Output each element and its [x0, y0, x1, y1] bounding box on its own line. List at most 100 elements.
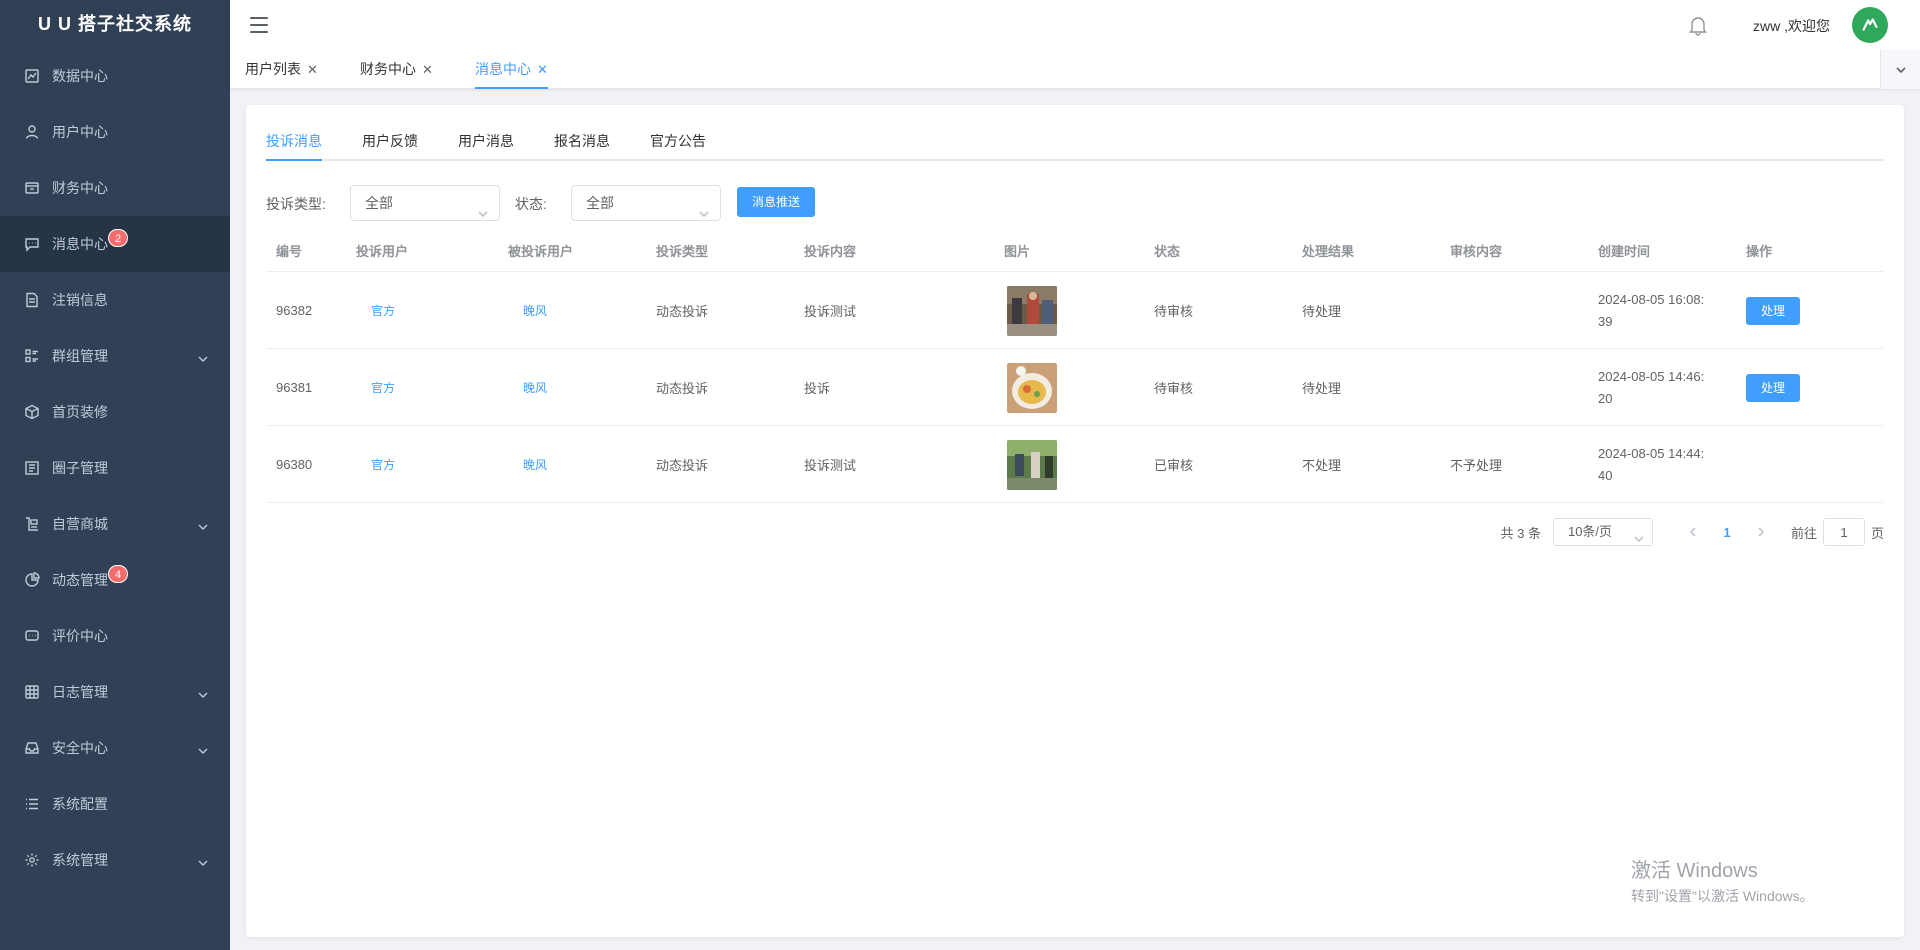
chevron-down-icon: [698, 198, 710, 218]
goto-page-input[interactable]: [1822, 518, 1865, 546]
column-header: 被投诉用户: [508, 244, 574, 259]
tag-label: 消息中心: [475, 61, 531, 77]
group-icon: [24, 348, 40, 364]
tag-message-center[interactable]: 消息中心 ✕: [475, 50, 548, 89]
subtab-complaints[interactable]: 投诉消息: [266, 122, 322, 161]
bell-icon[interactable]: [1686, 13, 1710, 37]
shop-icon: [24, 516, 40, 532]
respondent-link[interactable]: 晚风: [523, 272, 547, 349]
complaints-table: 编号 投诉用户 被投诉用户 投诉类型 投诉内容 图片 状态 处理结果 审核内容 创建时间 操作 96…: [266, 232, 1884, 503]
chevron-down-icon[interactable]: [198, 855, 208, 866]
cell-image: [1007, 272, 1057, 349]
complainant-link[interactable]: 官方: [371, 272, 395, 349]
board-icon: [24, 460, 40, 476]
cell-action: 处理: [1746, 272, 1801, 349]
sidebar-item-2[interactable]: 财务中心: [0, 160, 230, 216]
sidebar-item-11[interactable]: 日志管理: [0, 664, 230, 720]
respondent-link[interactable]: 晚风: [523, 426, 547, 503]
notification-badge: 2: [108, 229, 129, 247]
sidebar-item-1[interactable]: 用户中心: [0, 104, 230, 160]
tags-bar: 用户列表 ✕ 财务中心 ✕ 消息中心 ✕: [230, 50, 1920, 89]
next-page-button[interactable]: [1747, 525, 1775, 540]
subtab-user-messages[interactable]: 用户消息: [458, 122, 514, 161]
sidebar-item-label: 日志管理: [52, 684, 108, 700]
sidebar-item-9[interactable]: 动态管理 4: [0, 552, 230, 608]
complaint-type-select[interactable]: 全部: [350, 185, 500, 221]
sidebar-item-5[interactable]: 群组管理: [0, 328, 230, 384]
page-size-select[interactable]: 10条/页: [1552, 518, 1653, 546]
close-icon[interactable]: ✕: [422, 51, 433, 89]
cell-id: 96381: [276, 380, 313, 395]
chevron-down-icon[interactable]: [198, 743, 208, 754]
cell-created-time: 2024-08-05 16:08:39: [1598, 291, 1705, 329]
tag-label: 用户列表: [245, 61, 301, 77]
chevron-down-icon[interactable]: [198, 687, 208, 698]
thumbnail-image[interactable]: [1007, 285, 1057, 336]
push-message-button[interactable]: 消息推送: [737, 187, 816, 217]
chevron-down-icon[interactable]: [198, 519, 208, 530]
subtab-announcements[interactable]: 官方公告: [650, 122, 706, 161]
respondent-link[interactable]: 晚风: [523, 349, 547, 426]
cell-type: 动态投诉: [656, 304, 709, 319]
sidebar-item-6[interactable]: 首页装修: [0, 384, 230, 440]
sidebar-item-12[interactable]: 安全中心: [0, 720, 230, 776]
sidebar-item-4[interactable]: 注销信息: [0, 272, 230, 328]
page-size-value: 10条/页: [1567, 524, 1613, 539]
sidebar-item-0[interactable]: 数据中心: [0, 48, 230, 104]
cell-action: 处理: [1746, 349, 1801, 426]
cell-status: 待审核: [1154, 381, 1194, 396]
tag-finance-center[interactable]: 财务中心 ✕: [360, 50, 433, 89]
chart-line-icon: [24, 68, 40, 84]
tags-dropdown-button[interactable]: [1880, 50, 1920, 89]
cell-result: 不处理: [1302, 458, 1342, 473]
thumbnail-image[interactable]: [1007, 439, 1057, 490]
process-button[interactable]: 处理: [1746, 373, 1801, 402]
sidebar-item-14[interactable]: 系统管理: [0, 832, 230, 888]
sidebar-item-label: 群组管理: [52, 348, 108, 364]
hamburger-icon[interactable]: [250, 17, 268, 33]
sidebar-item-13[interactable]: 系统配置: [0, 776, 230, 832]
subtab-feedback[interactable]: 用户反馈: [362, 122, 418, 161]
sidebar-item-label: 动态管理: [52, 572, 108, 588]
close-icon[interactable]: ✕: [307, 51, 318, 89]
close-icon[interactable]: ✕: [537, 51, 548, 89]
pagination: 共 3 条 10条/页 1 前往 页: [1500, 518, 1884, 546]
sidebar-item-7[interactable]: 圈子管理: [0, 440, 230, 496]
sidebar-item-label: 财务中心: [52, 180, 108, 196]
thumbnail-image[interactable]: [1007, 362, 1057, 413]
prev-page-button[interactable]: [1679, 525, 1707, 540]
column-header: 投诉内容: [804, 244, 857, 259]
cell-image: [1007, 426, 1057, 503]
complainant-link[interactable]: 官方: [371, 426, 395, 503]
chevron-left-icon: [1689, 526, 1696, 537]
document-icon: [24, 292, 40, 308]
status-select[interactable]: 全部: [571, 185, 721, 221]
cell-result: 待处理: [1302, 381, 1342, 396]
chevron-down-icon[interactable]: [198, 351, 208, 362]
complainant-link[interactable]: 官方: [371, 349, 395, 426]
cell-content: 投诉测试: [804, 458, 857, 473]
pagination-total: 共 3 条: [1500, 525, 1541, 541]
goto-label: 前往: [1790, 525, 1817, 541]
avatar[interactable]: [1852, 7, 1888, 43]
tag-user-list[interactable]: 用户列表 ✕: [245, 50, 318, 89]
page-number[interactable]: 1: [1707, 525, 1747, 540]
sidebar: U U 搭子社交系统 数据中心 用户中心 财务中心 消息中心 2 注销信息 群组管理 首页装修…: [0, 0, 230, 950]
comment-icon: [24, 628, 40, 644]
chevron-down-icon: [1634, 527, 1644, 543]
process-button[interactable]: 处理: [1746, 296, 1801, 325]
sidebar-item-label: 评价中心: [52, 628, 108, 644]
chevron-right-icon: [1758, 526, 1765, 537]
cell-type: 动态投诉: [656, 381, 709, 396]
sidebar-item-10[interactable]: 评价中心: [0, 608, 230, 664]
pie-icon: [24, 572, 40, 588]
cell-content: 投诉: [804, 381, 831, 396]
sidebar-item-3[interactable]: 消息中心 2: [0, 216, 230, 272]
windows-activation-watermark: 激活 Windows 转到"设置"以激活 Windows。: [1631, 854, 1814, 906]
sidebar-item-8[interactable]: 自营商城: [0, 496, 230, 552]
sidebar-item-label: 首页装修: [52, 404, 108, 420]
subtab-signup-messages[interactable]: 报名消息: [554, 122, 610, 161]
column-header: 编号: [276, 244, 303, 259]
cell-review: 不予处理: [1450, 458, 1503, 473]
column-header: 操作: [1746, 244, 1773, 259]
